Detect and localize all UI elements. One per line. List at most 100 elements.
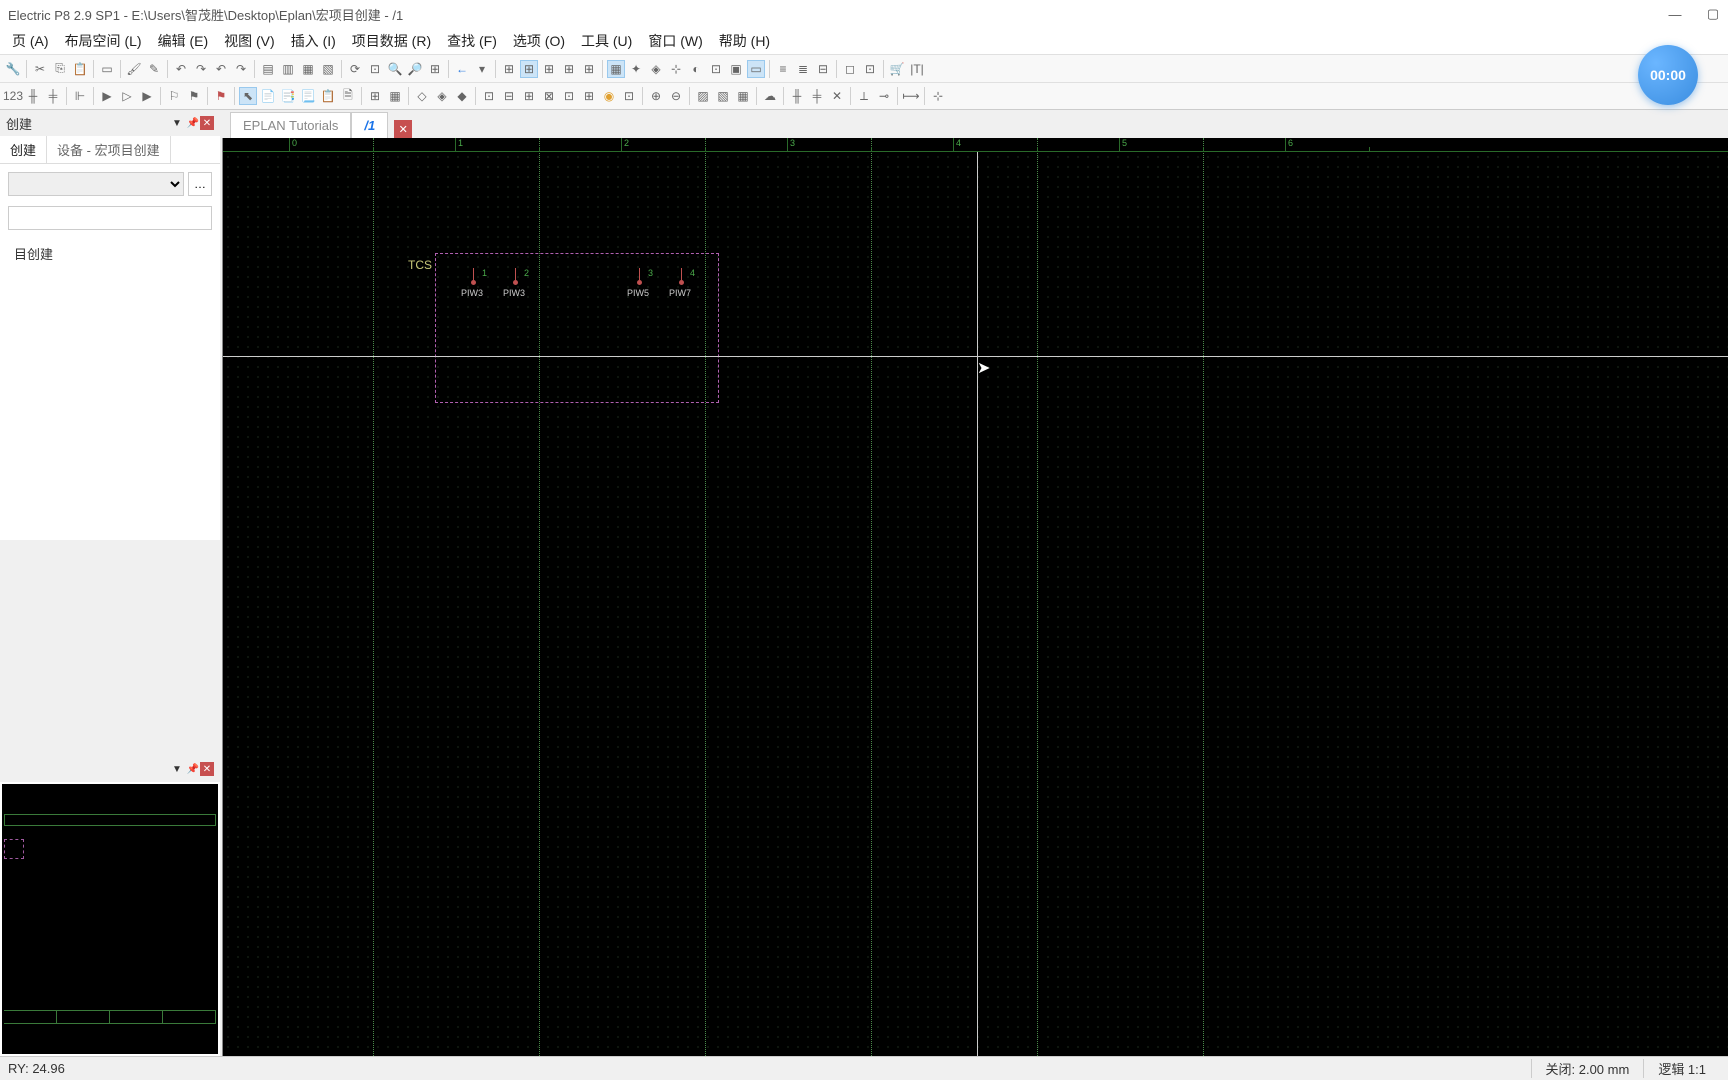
sym3-icon[interactable]: ◆	[453, 87, 471, 105]
nav1-icon[interactable]: ▶	[98, 87, 116, 105]
doc-tab-page1[interactable]: /1	[351, 112, 388, 138]
panel-close-icon[interactable]: ✕	[200, 116, 214, 130]
grid5-icon[interactable]: ⊞	[580, 60, 598, 78]
wire-h-icon[interactable]: ╪	[808, 87, 826, 105]
page-nav-icon[interactable]: 🗎	[339, 87, 357, 105]
menu-projectdata[interactable]: 项目数据 (R)	[344, 29, 439, 53]
plc5-icon[interactable]: ⊡	[560, 87, 578, 105]
cloud-icon[interactable]: ☁	[761, 87, 779, 105]
menu-options[interactable]: 选项 (O)	[505, 29, 573, 53]
page-new-icon[interactable]: 📄	[259, 87, 277, 105]
comp1-icon[interactable]: ⟂	[855, 87, 873, 105]
search-input[interactable]	[8, 206, 212, 230]
menu-view[interactable]: 视图 (V)	[216, 29, 283, 53]
plc7-icon[interactable]: ◉	[600, 87, 618, 105]
cart-icon[interactable]: 🛒	[888, 60, 906, 78]
menu-layout[interactable]: 布局空间 (L)	[57, 29, 150, 53]
hatch2-icon[interactable]: ▧	[714, 87, 732, 105]
undo-list-icon[interactable]: ↶	[212, 60, 230, 78]
term2-icon[interactable]: ⊖	[667, 87, 685, 105]
window3-icon[interactable]: ▦	[299, 60, 317, 78]
component-label[interactable]: TCS	[408, 258, 432, 272]
conn1-icon[interactable]: ╫	[24, 87, 42, 105]
pin-4[interactable]: 4 PIW7	[675, 268, 687, 285]
zoom-in-icon[interactable]: 🔍	[386, 60, 404, 78]
window2-icon[interactable]: ▥	[279, 60, 297, 78]
page-del-icon[interactable]: 📃	[299, 87, 317, 105]
brush-icon[interactable]: 🖌	[125, 60, 143, 78]
conn2-icon[interactable]: ╪	[44, 87, 62, 105]
term1-icon[interactable]: ⊕	[647, 87, 665, 105]
menu-help[interactable]: 帮助 (H)	[711, 29, 778, 53]
snap-on-icon[interactable]: ▭	[747, 60, 765, 78]
nav-dropdown-icon[interactable]: ▾	[473, 60, 491, 78]
plc1-icon[interactable]: ⊡	[480, 87, 498, 105]
plc6-icon[interactable]: ⊞	[580, 87, 598, 105]
undo-icon[interactable]: ↶	[172, 60, 190, 78]
snap-grid-icon[interactable]: ▦	[607, 60, 625, 78]
doc-tab-close-icon[interactable]: ✕	[394, 120, 412, 138]
layer3-icon[interactable]: ⊟	[814, 60, 832, 78]
table2-icon[interactable]: ▦	[386, 87, 404, 105]
grid2-icon[interactable]: ⊞	[520, 60, 538, 78]
window4-icon[interactable]: ▧	[319, 60, 337, 78]
doc-tab-tutorials[interactable]: EPLAN Tutorials	[230, 112, 351, 138]
nav2-icon[interactable]: ▷	[118, 87, 136, 105]
layer1-icon[interactable]: ≡	[774, 60, 792, 78]
zoom-out-icon[interactable]: 🔎	[406, 60, 424, 78]
flag1-icon[interactable]: ⚐	[165, 87, 183, 105]
plc4-icon[interactable]: ⊠	[540, 87, 558, 105]
window1-icon[interactable]: ▤	[259, 60, 277, 78]
paste-icon[interactable]: 📋	[71, 60, 89, 78]
cut-icon[interactable]: ✂	[31, 60, 49, 78]
pin-1[interactable]: 1 PIW3	[467, 268, 479, 285]
snap-int-icon[interactable]: ▣	[727, 60, 745, 78]
redo-icon[interactable]: ↷	[192, 60, 210, 78]
select-icon[interactable]: ▭	[98, 60, 116, 78]
menu-insert[interactable]: 插入 (I)	[283, 29, 344, 53]
menu-page[interactable]: 页 (A)	[4, 29, 57, 53]
tab-create[interactable]: 创建	[0, 136, 47, 163]
preview-pin-icon[interactable]: 📌	[186, 762, 200, 776]
snap-mid-icon[interactable]: ◐	[687, 60, 705, 78]
schematic-canvas[interactable]: 0 1 2 3 4 5 6 TCS 1 PIW3	[222, 138, 1728, 1056]
box2-icon[interactable]: ⊡	[861, 60, 879, 78]
nav-back-icon[interactable]: ←	[453, 60, 471, 78]
page-prop-icon[interactable]: 📋	[319, 87, 337, 105]
tool-icon[interactable]: 🔧	[4, 60, 22, 78]
timer-badge[interactable]: 00:00	[1638, 45, 1698, 105]
snap-point-icon[interactable]: ✦	[627, 60, 645, 78]
dim1-icon[interactable]: ⟼	[902, 87, 920, 105]
panel-pin-icon[interactable]: 📌	[186, 116, 200, 130]
cursor-icon[interactable]: ⬉	[239, 87, 257, 105]
filter-browse-button[interactable]: …	[188, 172, 212, 196]
flag3-icon[interactable]: ⚑	[212, 87, 230, 105]
maximize-button[interactable]: ▢	[1706, 7, 1720, 21]
snap-end-icon[interactable]: ⊡	[707, 60, 725, 78]
zoom-fit-icon[interactable]: ⊡	[366, 60, 384, 78]
menu-window[interactable]: 窗口 (W)	[640, 29, 710, 53]
text-cursor-icon[interactable]: |T|	[908, 60, 926, 78]
menu-edit[interactable]: 编辑 (E)	[150, 29, 217, 53]
preview-canvas[interactable]	[2, 784, 218, 1054]
filter-select[interactable]	[8, 172, 184, 196]
tree-root-item[interactable]: 目创建	[8, 240, 212, 267]
sym1-icon[interactable]: ◇	[413, 87, 431, 105]
comp2-icon[interactable]: ⊸	[875, 87, 893, 105]
align1-icon[interactable]: ⊩	[71, 87, 89, 105]
hatch1-icon[interactable]: ▨	[694, 87, 712, 105]
panel-dropdown-icon[interactable]: ▼	[170, 116, 184, 130]
pin-2[interactable]: 2 PIW3	[509, 268, 521, 285]
grid4-icon[interactable]: ⊞	[560, 60, 578, 78]
box1-icon[interactable]: ◻	[841, 60, 859, 78]
page-dup-icon[interactable]: 📑	[279, 87, 297, 105]
flag2-icon[interactable]: ⚑	[185, 87, 203, 105]
grid1-icon[interactable]: ⊞	[500, 60, 518, 78]
layer2-icon[interactable]: ≣	[794, 60, 812, 78]
preview-close-icon[interactable]: ✕	[200, 762, 214, 776]
copy-icon[interactable]: ⎘	[51, 60, 69, 78]
snap-node-icon[interactable]: ⊹	[667, 60, 685, 78]
tab-device[interactable]: 设备 - 宏项目创建	[47, 136, 171, 163]
menu-tools[interactable]: 工具 (U)	[573, 29, 640, 53]
plc3-icon[interactable]: ⊞	[520, 87, 538, 105]
